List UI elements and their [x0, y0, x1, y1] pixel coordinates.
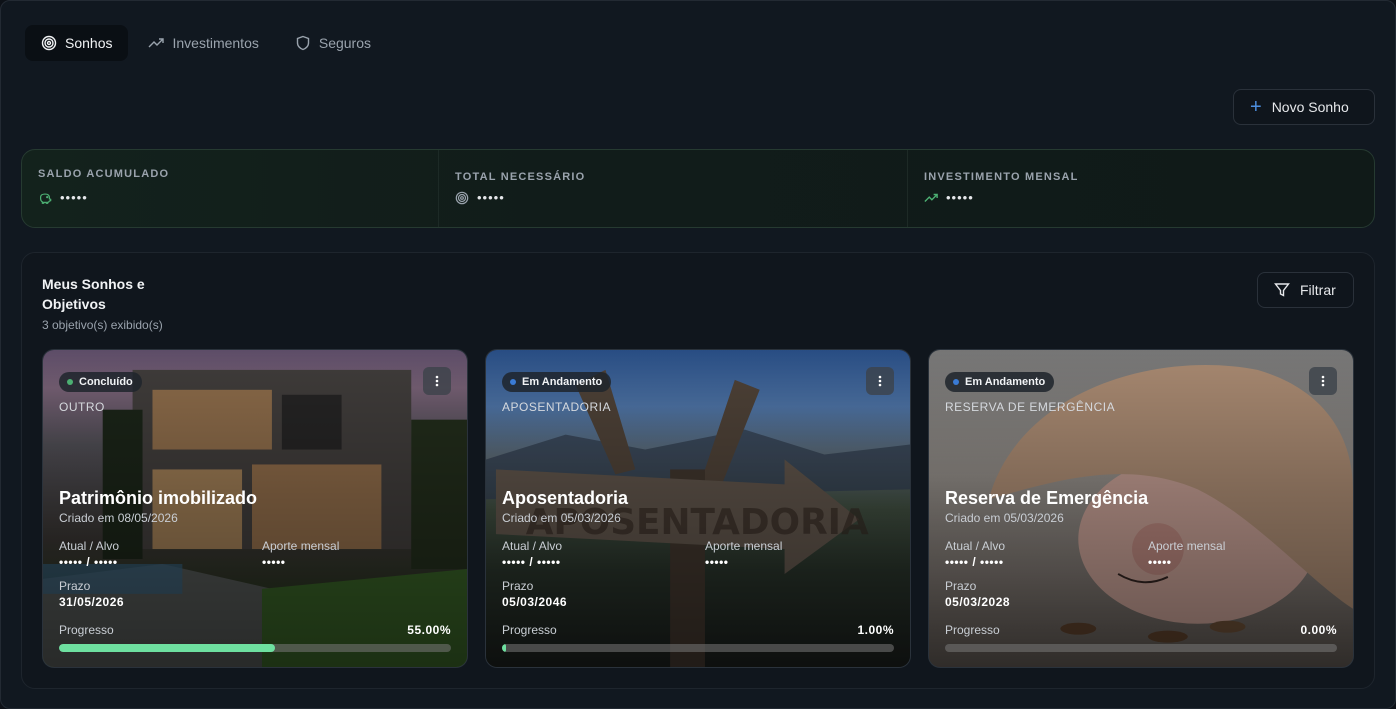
card-created-date: Criado em 05/03/2026 [945, 511, 1064, 525]
aporte-label: Aporte mensal [1148, 539, 1226, 553]
tab-label: Seguros [318, 35, 372, 51]
summary-value-text: ••••• [477, 190, 505, 205]
target-icon [41, 35, 57, 51]
filter-button[interactable]: Filtrar [1257, 272, 1354, 308]
filter-label: Filtrar [1300, 282, 1336, 298]
card-category: APOSENTADORIA [502, 400, 611, 414]
card-title: Patrimônio imobilizado [59, 488, 258, 508]
tab-label: Sonhos [65, 35, 113, 51]
aporte-value: ••••• [1148, 555, 1172, 569]
trending-up-icon [924, 193, 938, 202]
progress-bar [502, 644, 894, 652]
card-title: Aposentadoria [502, 488, 629, 508]
summary-label: SALDO ACUMULADO [38, 168, 170, 180]
prazo-label: Prazo [945, 579, 977, 593]
summary-label: TOTAL NECESSÁRIO [455, 171, 586, 183]
summary-investimento: INVESTIMENTO MENSAL ••••• [907, 150, 1374, 227]
prazo-value: 05/03/2046 [502, 595, 568, 609]
plus-icon: + [1250, 96, 1262, 118]
atual-alvo-label: Atual / Alvo [945, 539, 1006, 553]
status-label: Concluído [79, 376, 133, 388]
dream-card[interactable]: Em Andamento RESERVA DE EMERGÊNCIA Reser… [928, 349, 1354, 668]
progress-label: Progresso [945, 623, 1000, 637]
filter-icon [1274, 283, 1290, 297]
summary-label: INVESTIMENTO MENSAL [924, 171, 1079, 183]
card-menu-button[interactable] [423, 367, 451, 395]
card-menu-button[interactable] [866, 367, 894, 395]
prazo-label: Prazo [502, 579, 534, 593]
status-dot [953, 379, 959, 385]
panel-title: Meus Sonhos e Objetivos [42, 276, 145, 312]
panel-subtitle: 3 objetivo(s) exibido(s) [42, 318, 163, 332]
new-dream-label: Novo Sonho [1271, 99, 1349, 115]
card-created-date: Criado em 05/03/2026 [502, 511, 621, 525]
atual-alvo-value: ••••• / ••••• [59, 555, 118, 569]
card-category: OUTRO [59, 400, 105, 414]
piggy-bank-icon [40, 192, 52, 204]
summary-value: ••••• [924, 190, 974, 205]
progress-fill [59, 644, 275, 652]
summary-value: ••••• [38, 190, 88, 205]
status-label: Em Andamento [522, 376, 603, 388]
card-created-date: Criado em 08/05/2026 [59, 511, 178, 525]
trending-up-icon [148, 38, 165, 48]
more-vertical-icon [435, 375, 439, 387]
prazo-value: 31/05/2026 [59, 595, 125, 609]
prazo-value: 05/03/2028 [945, 595, 1011, 609]
dream-card[interactable]: APOSENTADORIA Em Andamento APOSENTADORIA… [485, 349, 911, 668]
progress-value: 55.00% [407, 623, 451, 637]
progress-bar [59, 644, 451, 652]
summary-value-text: ••••• [946, 190, 974, 205]
aporte-label: Aporte mensal [705, 539, 783, 553]
tab-label: Investimentos [172, 35, 259, 51]
atual-alvo-label: Atual / Alvo [502, 539, 563, 553]
aporte-value: ••••• [705, 555, 729, 569]
progress-bar [945, 644, 1337, 652]
status-label: Em Andamento [965, 376, 1046, 388]
atual-alvo-label: Atual / Alvo [59, 539, 120, 553]
dream-card[interactable]: Concluído OUTRO Patrimônio imobilizado C… [42, 349, 468, 668]
summary-value-text: ••••• [60, 190, 88, 205]
summary-bar: SALDO ACUMULADO ••••• TOTAL NECESSÁRIO •… [21, 149, 1375, 228]
summary-value: ••••• [455, 190, 505, 205]
status-dot [510, 379, 516, 385]
shield-icon [296, 35, 310, 51]
card-category: RESERVA DE EMERGÊNCIA [945, 400, 1116, 414]
progress-value: 0.00% [1300, 623, 1337, 637]
tab-seguros[interactable]: Seguros [279, 25, 387, 61]
card-title: Reserva de Emergência [945, 488, 1149, 508]
target-icon [455, 191, 469, 204]
summary-total: TOTAL NECESSÁRIO ••••• [438, 150, 907, 227]
prazo-label: Prazo [59, 579, 91, 593]
summary-saldo: SALDO ACUMULADO ••••• [22, 150, 438, 227]
aporte-label: Aporte mensal [262, 539, 340, 553]
section-tabs: Sonhos Investimentos Seguros [25, 25, 387, 61]
status-badge: Concluído [59, 372, 142, 392]
more-vertical-icon [878, 375, 882, 387]
status-badge: Em Andamento [945, 372, 1055, 392]
progress-label: Progresso [59, 623, 114, 637]
tab-investimentos[interactable]: Investimentos [132, 25, 274, 61]
atual-alvo-value: ••••• / ••••• [502, 555, 561, 569]
aporte-value: ••••• [262, 555, 286, 569]
progress-fill [502, 644, 506, 652]
progress-value: 1.00% [857, 623, 894, 637]
progress-label: Progresso [502, 623, 557, 637]
new-dream-button[interactable]: + Novo Sonho [1233, 89, 1375, 125]
more-vertical-icon [1321, 375, 1325, 387]
card-menu-button[interactable] [1309, 367, 1337, 395]
atual-alvo-value: ••••• / ••••• [945, 555, 1004, 569]
status-dot [67, 379, 73, 385]
status-badge: Em Andamento [502, 372, 612, 392]
tab-sonhos[interactable]: Sonhos [25, 25, 129, 61]
